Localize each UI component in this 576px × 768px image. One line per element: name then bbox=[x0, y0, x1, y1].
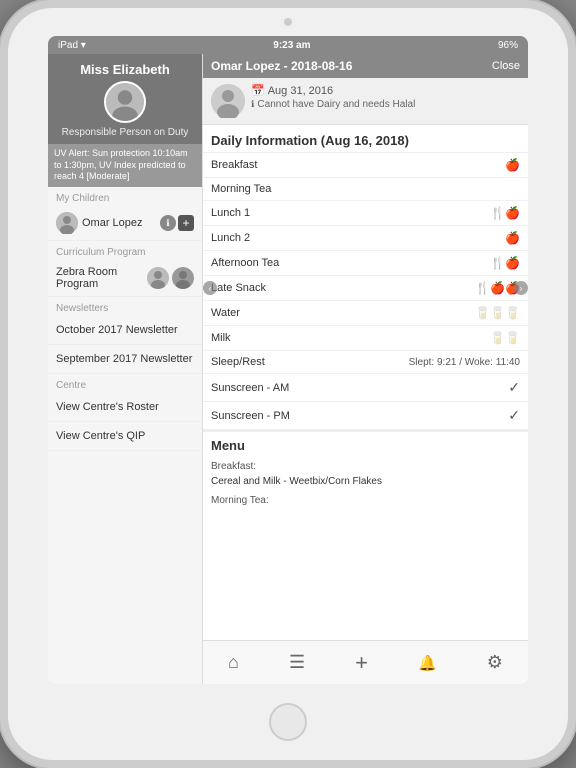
status-ipad-label: iPad ▾ bbox=[58, 40, 86, 51]
screen: iPad ▾ 9:23 am 96% Miss Elizabeth bbox=[48, 36, 528, 684]
status-battery: 96% bbox=[498, 40, 518, 51]
menu-breakfast-value: Cereal and Milk - Weetbix/Corn Flakes bbox=[211, 474, 520, 489]
sunscreen-pm-check: ✓ bbox=[508, 407, 520, 424]
home-button[interactable] bbox=[269, 703, 307, 741]
sidebar-user-role: Responsible Person on Duty bbox=[52, 127, 198, 138]
device-bottom bbox=[269, 684, 307, 760]
nav-arrow-left[interactable]: ‹ bbox=[203, 281, 217, 295]
meal-label-water: Water bbox=[211, 307, 475, 319]
meal-label-lunch2: Lunch 2 bbox=[211, 232, 505, 244]
nav-arrow-right[interactable]: › bbox=[514, 281, 528, 295]
meal-label-milk: Milk bbox=[211, 332, 490, 344]
sidebar-section-newsletters: Newsletters bbox=[48, 297, 202, 316]
sidebar-user-name: Miss Elizabeth bbox=[52, 62, 198, 77]
main-header: Omar Lopez - 2018-08-16 Close bbox=[203, 54, 528, 78]
meal-row-morning-tea: Morning Tea bbox=[203, 178, 528, 201]
app-content: Miss Elizabeth Responsible Person on Dut… bbox=[48, 54, 528, 684]
status-left: iPad ▾ bbox=[58, 40, 86, 51]
meal-row-water: Water 🥛🥛🥛 bbox=[203, 301, 528, 326]
uv-alert: UV Alert: Sun protection 10:10am to 1:30… bbox=[48, 144, 202, 187]
bottom-nav-home[interactable]: ⌂ bbox=[228, 652, 239, 673]
alert-text: ℹ Cannot have Dairy and needs Halal bbox=[251, 99, 520, 110]
menu-item-breakfast-label: Breakfast: Cereal and Milk - Weetbix/Cor… bbox=[203, 457, 528, 491]
sidebar-newsletter-oct[interactable]: October 2017 Newsletter bbox=[48, 316, 202, 345]
sunscreen-am-row: Sunscreen - AM ✓ bbox=[203, 374, 528, 402]
menu-morning-tea-label: Morning Tea: bbox=[211, 493, 520, 508]
child-alert: 📅 Aug 31, 2016 ℹ Cannot have Dairy and n… bbox=[203, 78, 528, 125]
sidebar-section-curriculum: Curriculum Program bbox=[48, 241, 202, 260]
menu-section-header: Menu bbox=[203, 430, 528, 457]
meal-row-afternoon-tea: Afternoon Tea 🍴🍎 bbox=[203, 251, 528, 276]
status-time: 9:23 am bbox=[273, 40, 310, 51]
device-top bbox=[8, 8, 568, 36]
menu-breakfast-label: Breakfast: bbox=[211, 459, 520, 474]
sunscreen-pm-label: Sunscreen - PM bbox=[211, 410, 508, 422]
camera bbox=[284, 18, 292, 26]
sidebar-section-my-children: My Children bbox=[48, 187, 202, 206]
main-scroll[interactable]: Daily Information (Aug 16, 2018) Breakfa… bbox=[203, 125, 528, 640]
status-bar: iPad ▾ 9:23 am 96% bbox=[48, 36, 528, 54]
meal-icons-milk: 🥛🥛 bbox=[490, 331, 520, 345]
add-child-btn[interactable]: + bbox=[178, 215, 194, 231]
bottom-nav-list[interactable]: ☰ bbox=[289, 652, 305, 673]
daily-info-header: Daily Information (Aug 16, 2018) bbox=[203, 125, 528, 153]
curriculum-avatar-1 bbox=[147, 267, 169, 289]
sidebar-child-omar-lopez[interactable]: Omar Lopez ℹ + bbox=[48, 206, 202, 241]
bottom-nav: ⌂ ☰ + 🔔 ⚙ bbox=[203, 640, 528, 684]
sleep-row: Sleep/Rest Slept: 9:21 / Woke: 11:40 bbox=[203, 351, 528, 374]
curriculum-avatar-2 bbox=[172, 267, 194, 289]
sidebar-section-centre: Centre bbox=[48, 374, 202, 393]
sidebar-avatar bbox=[104, 81, 146, 123]
sunscreen-am-check: ✓ bbox=[508, 379, 520, 396]
meal-row-lunch1: Lunch 1 🍴🍎 bbox=[203, 201, 528, 226]
meal-row-late-snack: Late Snack 🍴🍎🍎 ‹ › bbox=[203, 276, 528, 301]
bottom-nav-bell[interactable]: 🔔 bbox=[418, 654, 437, 672]
meal-icons-breakfast: 🍎 bbox=[505, 158, 520, 172]
meal-label-lunch1: Lunch 1 bbox=[211, 207, 490, 219]
meal-label-afternoon-tea: Afternoon Tea bbox=[211, 257, 490, 269]
sleep-label: Sleep/Rest bbox=[211, 356, 409, 368]
info-icon: ℹ bbox=[251, 99, 254, 110]
sidebar: Miss Elizabeth Responsible Person on Dut… bbox=[48, 54, 203, 684]
meal-label-morning-tea: Morning Tea bbox=[211, 183, 520, 195]
bottom-nav-add[interactable]: + bbox=[355, 650, 368, 676]
meal-row-breakfast: Breakfast 🍎 bbox=[203, 153, 528, 178]
sunscreen-pm-row: Sunscreen - PM ✓ bbox=[203, 402, 528, 430]
calendar-icon: 📅 bbox=[251, 84, 265, 97]
menu-item-morning-tea-label: Morning Tea: bbox=[203, 491, 528, 510]
sidebar-header: Miss Elizabeth Responsible Person on Dut… bbox=[48, 54, 202, 144]
meal-label-late-snack: Late Snack bbox=[211, 282, 475, 294]
main-header-title: Omar Lopez - 2018-08-16 bbox=[211, 59, 352, 73]
sidebar-centre-qip[interactable]: View Centre's QIP bbox=[48, 422, 202, 451]
meal-row-milk: Milk 🥛🥛 bbox=[203, 326, 528, 351]
meal-icons-lunch1: 🍴🍎 bbox=[490, 206, 520, 220]
device: iPad ▾ 9:23 am 96% Miss Elizabeth bbox=[0, 0, 576, 768]
sidebar-newsletter-sep[interactable]: September 2017 Newsletter bbox=[48, 345, 202, 374]
close-button[interactable]: Close bbox=[492, 60, 520, 72]
child-alert-info: 📅 Aug 31, 2016 ℹ Cannot have Dairy and n… bbox=[251, 84, 520, 110]
sidebar-child-icons: ℹ + bbox=[160, 215, 194, 231]
curriculum-name: Zebra Room Program bbox=[56, 266, 143, 290]
sidebar-centre-roster[interactable]: View Centre's Roster bbox=[48, 393, 202, 422]
sidebar-curriculum-program[interactable]: Zebra Room Program bbox=[48, 260, 202, 297]
meal-icons-afternoon-tea: 🍴🍎 bbox=[490, 256, 520, 270]
meal-icons-water: 🥛🥛🥛 bbox=[475, 306, 520, 320]
sleep-value: Slept: 9:21 / Woke: 11:40 bbox=[409, 357, 520, 368]
child-alert-avatar bbox=[211, 84, 245, 118]
info-icon-btn[interactable]: ℹ bbox=[160, 215, 176, 231]
child-name-omar: Omar Lopez bbox=[82, 217, 143, 229]
curriculum-avatars bbox=[147, 267, 194, 289]
sunscreen-am-label: Sunscreen - AM bbox=[211, 382, 508, 394]
bottom-nav-settings[interactable]: ⚙ bbox=[487, 652, 503, 673]
meal-row-lunch2: Lunch 2 🍎 bbox=[203, 226, 528, 251]
alert-date: 📅 Aug 31, 2016 bbox=[251, 84, 520, 97]
child-avatar-omar bbox=[56, 212, 78, 234]
meal-icons-lunch2: 🍎 bbox=[505, 231, 520, 245]
meal-label-breakfast: Breakfast bbox=[211, 159, 505, 171]
main-panel: Omar Lopez - 2018-08-16 Close 📅 Aug 31, … bbox=[203, 54, 528, 684]
